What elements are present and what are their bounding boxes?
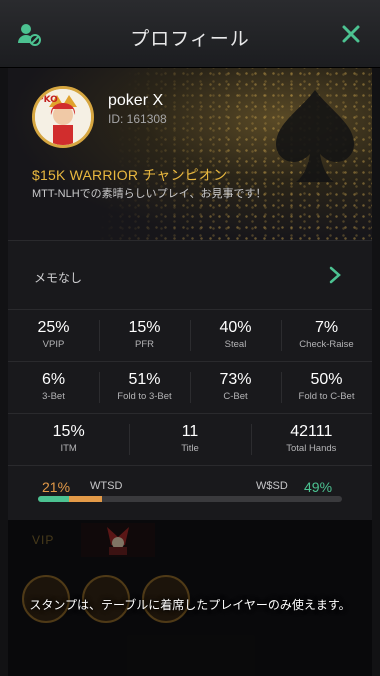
stat-label: Steal xyxy=(224,339,247,350)
stat-fold-to-cbet: 50% Fold to C-Bet xyxy=(281,362,372,413)
stat-value: 11 xyxy=(181,423,199,440)
stat-3bet: 6% 3-Bet xyxy=(8,362,99,413)
stats-panel: 25% VPIP 15% PFR 40% Steal 7% Check-Rais… xyxy=(8,310,372,520)
chevron-right-icon xyxy=(329,266,341,284)
header-bar: プロフィール xyxy=(0,0,380,68)
profile-screen: プロフィール PKO poker X ID: 161308 $15K WARRI… xyxy=(0,0,380,676)
stat-label: ITM xyxy=(60,443,77,454)
player-name: poker X xyxy=(108,92,164,109)
page-title: プロフィール xyxy=(130,29,250,50)
wsd-bar-fill xyxy=(38,496,69,502)
stat-value: 51% xyxy=(128,371,161,388)
stat-value: 50% xyxy=(310,371,343,388)
stat-label: C-Bet xyxy=(223,391,248,402)
stat-value: 6% xyxy=(41,371,66,388)
stat-label: Fold to 3-Bet xyxy=(117,391,172,402)
wsd-value: 49% xyxy=(304,479,333,495)
stat-total-hands: 42111 Total Hands xyxy=(250,414,372,465)
stat-title: 11 Title xyxy=(129,414,250,465)
stat-cbet: 73% C-Bet xyxy=(190,362,281,413)
stat-pfr: 15% PFR xyxy=(99,310,190,361)
stat-value: 40% xyxy=(219,319,252,336)
stamp-area: VIP スタンプは、テーブルに着席したプレイヤーのみ使えます。 xyxy=(8,520,372,676)
profile-card: PKO poker X ID: 161308 $15K WARRIOR チャンピ… xyxy=(8,68,372,240)
stat-vpip: 25% VPIP xyxy=(8,310,99,361)
stats-row-2: 6% 3-Bet 51% Fold to 3-Bet 73% C-Bet 50%… xyxy=(8,362,372,414)
stat-label: Fold to C-Bet xyxy=(298,391,355,402)
close-icon xyxy=(342,25,360,43)
pko-player-avatar-icon: PKO xyxy=(35,89,91,145)
wtsd-label: WTSD xyxy=(90,480,123,492)
stat-value: 42111 xyxy=(290,423,333,440)
stat-label: Title xyxy=(181,443,199,454)
stat-value: 15% xyxy=(128,319,161,336)
stats-row-1: 25% VPIP 15% PFR 40% Steal 7% Check-Rais… xyxy=(8,310,372,362)
showdown-progress-bar xyxy=(38,496,342,502)
stat-value: 25% xyxy=(37,319,70,336)
showdown-stats: 21% WTSD W$SD 49% xyxy=(8,468,372,520)
stat-value: 7% xyxy=(314,319,339,336)
achievement-description: MTT-NLHでの素晴らしいプレイ、お見事です！ xyxy=(32,188,267,200)
player-avatar[interactable]: PKO xyxy=(32,86,94,148)
achievement-title: $15K WARRIOR チャンピオン xyxy=(32,167,228,183)
stat-label: VPIP xyxy=(42,339,65,350)
stat-label: 3-Bet xyxy=(42,391,65,402)
wtsd-bar-fill xyxy=(69,496,102,502)
stamp-notice: スタンプは、テーブルに着席したプレイヤーのみ使えます。 xyxy=(29,598,351,612)
close-button[interactable] xyxy=(334,17,368,51)
svg-text:PKO: PKO xyxy=(37,95,58,105)
wtsd-value: 21% xyxy=(42,479,71,495)
stat-check-raise: 7% Check-Raise xyxy=(281,310,372,361)
stat-label: Check-Raise xyxy=(299,339,354,350)
stat-steal: 40% Steal xyxy=(190,310,281,361)
spade-watermark-icon xyxy=(276,90,354,182)
stat-itm: 15% ITM xyxy=(8,414,129,465)
stats-row-3: 15% ITM 11 Title 42111 Total Hands xyxy=(8,414,372,466)
wsd-label: W$SD xyxy=(256,480,288,492)
stat-label: Total Hands xyxy=(286,443,337,454)
memo-label: メモなし xyxy=(34,271,83,285)
player-id: ID: 161308 xyxy=(108,112,167,126)
stat-value: 73% xyxy=(219,371,252,388)
memo-row[interactable]: メモなし xyxy=(8,240,372,310)
stat-label: PFR xyxy=(135,339,154,350)
stat-value: 15% xyxy=(52,423,85,440)
stat-fold-to-3bet: 51% Fold to 3-Bet xyxy=(99,362,190,413)
